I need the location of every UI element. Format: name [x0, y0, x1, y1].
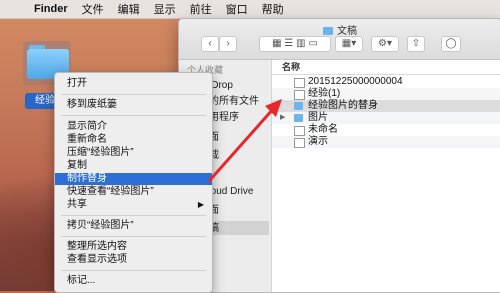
menu-item-make-alias[interactable]: 制作替身 — [55, 173, 212, 185]
menu-file[interactable]: 文件 — [82, 1, 104, 17]
menu-item-move-to-trash[interactable]: 移到废纸篓 — [55, 99, 212, 111]
menu-item-rename[interactable]: 重新命名 — [55, 134, 212, 146]
menu-item-quick-look[interactable]: 快速查看“经验图片” — [55, 186, 212, 198]
list-item[interactable]: 20151225000000004 — [272, 76, 500, 88]
menu-divider — [61, 94, 206, 95]
forward-button[interactable]: › — [219, 36, 237, 52]
document-icon — [294, 90, 305, 100]
watermark: Baidu 经验 jingyan.baidu.com — [398, 272, 463, 292]
submenu-arrow-icon: ▶ — [197, 200, 204, 209]
arrange-button[interactable]: ▦▾ — [335, 36, 363, 52]
document-icon — [294, 138, 305, 148]
alias-folder-icon — [294, 102, 303, 110]
menu-help[interactable]: 帮助 — [262, 1, 284, 17]
menu-bar: Finder 文件 编辑 显示 前往 窗口 帮助 — [0, 0, 500, 19]
window-title: 文稿 — [179, 22, 500, 37]
list-item[interactable]: ▶ 图片 — [272, 112, 500, 124]
menu-divider — [61, 215, 206, 216]
document-icon — [294, 126, 305, 136]
column-header-name[interactable]: 名称 — [272, 60, 500, 75]
window-titlebar: 文稿 ‹ › ▦ ☰ ▥ ▭ ▦▾ ⚙▾ ⇧ ◯ — [179, 19, 500, 60]
view-mode-switcher[interactable]: ▦ ☰ ▥ ▭ — [259, 36, 331, 52]
finder-window: 文稿 ‹ › ▦ ☰ ▥ ▭ ▦▾ ⚙▾ ⇧ ◯ 个人收藏 ◎AirDrop ▤… — [178, 18, 500, 293]
menu-item-tags[interactable]: 标记... — [55, 275, 212, 287]
list-item-alias[interactable]: 经验图片的替身 — [272, 100, 500, 112]
menu-divider — [61, 236, 206, 237]
menu-item-show-view-options[interactable]: 查看显示选项 — [55, 254, 212, 266]
tag-button[interactable]: ◯ — [441, 36, 461, 52]
menu-window[interactable]: 窗口 — [226, 1, 248, 17]
menu-item-copy[interactable]: 拷贝“经验图片” — [55, 220, 212, 232]
menu-finder[interactable]: Finder — [34, 3, 68, 15]
menu-item-share[interactable]: 共享 ▶ — [55, 199, 212, 211]
list-item[interactable]: 演示 — [272, 136, 500, 148]
menu-item-compress[interactable]: 压缩“经验图片” — [55, 147, 212, 159]
list-item[interactable]: 经验(1) — [272, 88, 500, 100]
folder-icon — [294, 114, 303, 122]
menu-item-get-info[interactable]: 显示简介 — [55, 121, 212, 133]
list-item[interactable]: 未命名 — [272, 124, 500, 136]
menu-item-duplicate[interactable]: 复制 — [55, 160, 212, 172]
menu-go[interactable]: 前往 — [190, 1, 212, 17]
menu-view[interactable]: 显示 — [154, 1, 176, 17]
menu-edit[interactable]: 编辑 — [118, 1, 140, 17]
folder-icon — [323, 27, 333, 36]
context-menu: 打开 移到废纸篓 显示简介 重新命名 压缩“经验图片” 复制 制作替身 快速查看… — [54, 72, 213, 293]
disclosure-triangle-icon[interactable]: ▶ — [280, 112, 285, 124]
menu-item-clean-up-selection[interactable]: 整理所选内容 — [55, 241, 212, 253]
menu-divider — [61, 270, 206, 271]
action-gear-button[interactable]: ⚙▾ — [371, 36, 399, 52]
menu-divider — [61, 115, 206, 116]
file-list: 名称 20151225000000004 经验(1) 经验图片的替身 ▶ 图片 … — [272, 60, 500, 292]
share-button[interactable]: ⇧ — [407, 36, 425, 52]
back-button[interactable]: ‹ — [201, 36, 219, 52]
document-icon — [294, 78, 305, 88]
menu-item-open[interactable]: 打开 — [55, 78, 212, 90]
